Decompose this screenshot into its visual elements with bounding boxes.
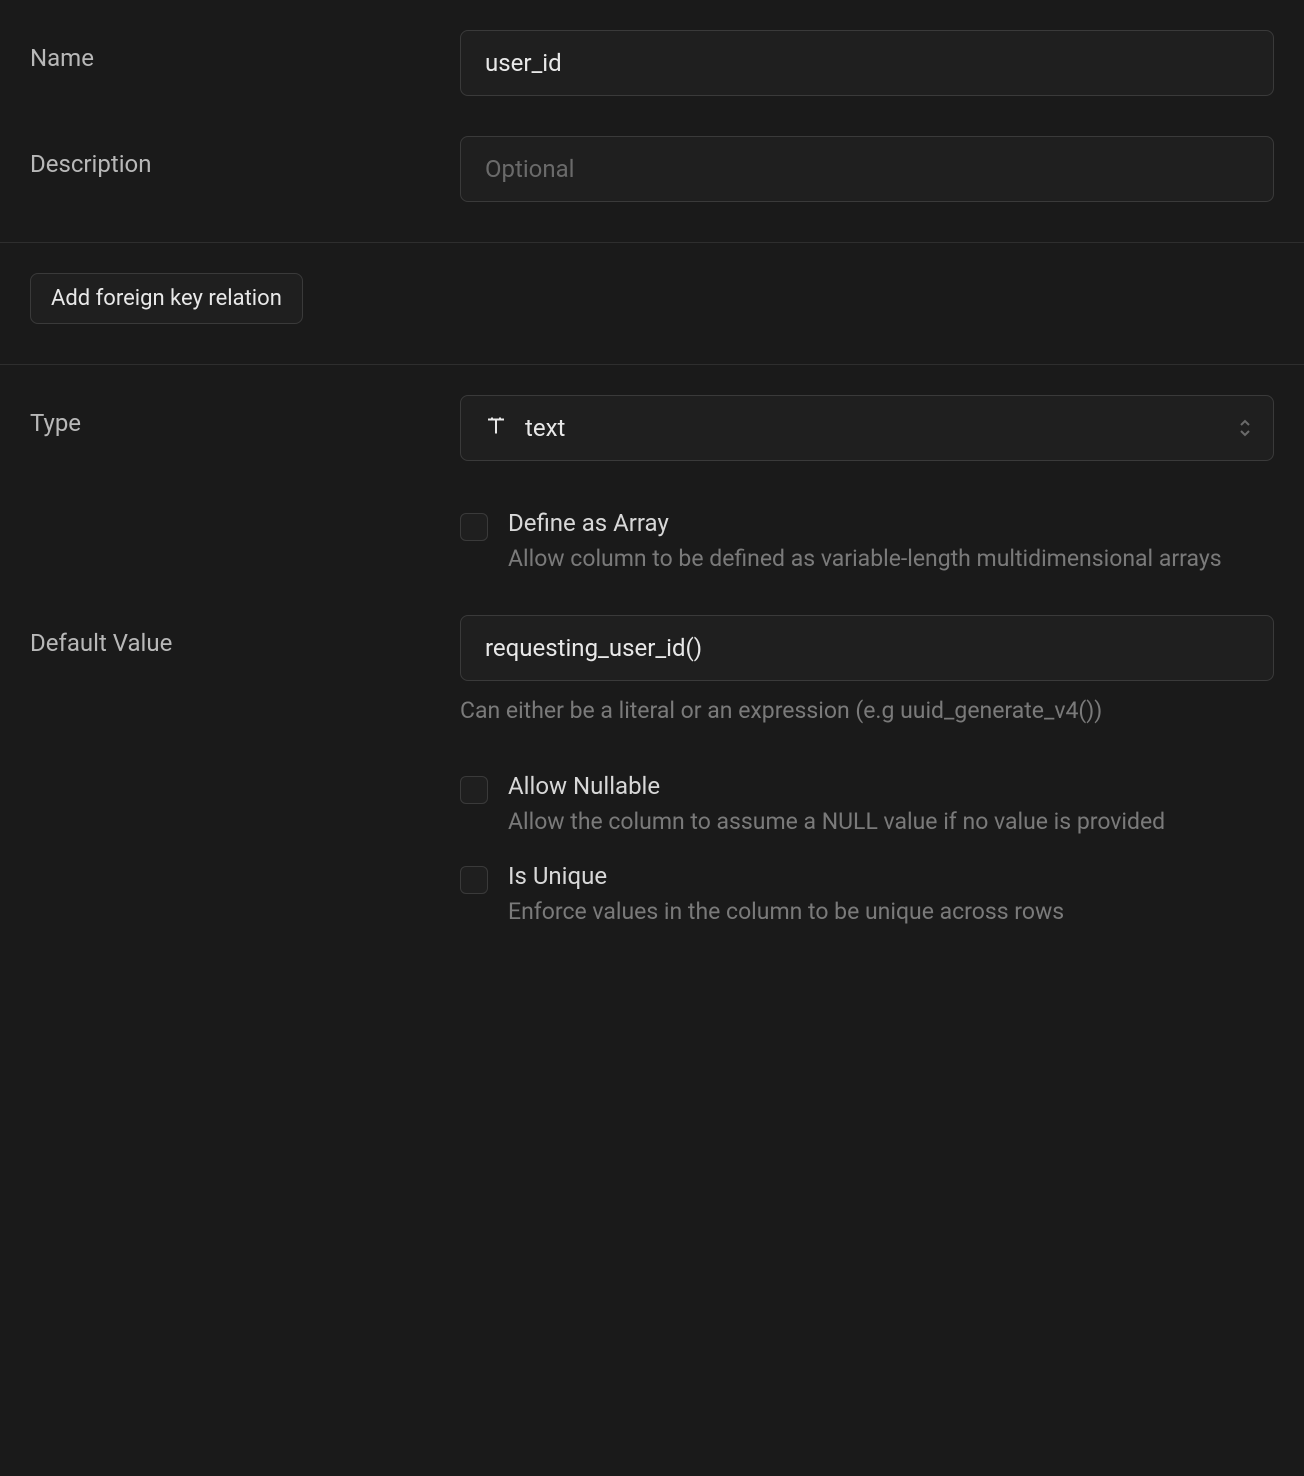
default-value-label: Default Value xyxy=(30,615,460,657)
description-input[interactable] xyxy=(460,136,1274,202)
is-unique-description: Enforce values in the column to be uniqu… xyxy=(508,896,1274,928)
define-array-checkbox[interactable] xyxy=(460,513,488,541)
default-value-helper: Can either be a literal or an expression… xyxy=(460,697,1274,724)
default-value-input[interactable] xyxy=(460,615,1274,681)
type-label: Type xyxy=(30,395,460,437)
text-type-icon xyxy=(484,414,508,443)
allow-nullable-checkbox[interactable] xyxy=(460,776,488,804)
description-label: Description xyxy=(30,136,460,178)
name-input[interactable] xyxy=(460,30,1274,96)
type-select[interactable]: text xyxy=(460,395,1274,461)
allow-nullable-description: Allow the column to assume a NULL value … xyxy=(508,806,1274,838)
define-array-title: Define as Array xyxy=(508,509,1274,537)
add-foreign-key-button[interactable]: Add foreign key relation xyxy=(30,273,303,324)
chevrons-up-down-icon xyxy=(1238,419,1252,437)
is-unique-title: Is Unique xyxy=(508,862,1274,890)
allow-nullable-title: Allow Nullable xyxy=(508,772,1274,800)
is-unique-checkbox[interactable] xyxy=(460,866,488,894)
name-label: Name xyxy=(30,30,460,72)
define-array-description: Allow column to be defined as variable-l… xyxy=(508,543,1274,575)
type-select-value: text xyxy=(525,414,565,442)
